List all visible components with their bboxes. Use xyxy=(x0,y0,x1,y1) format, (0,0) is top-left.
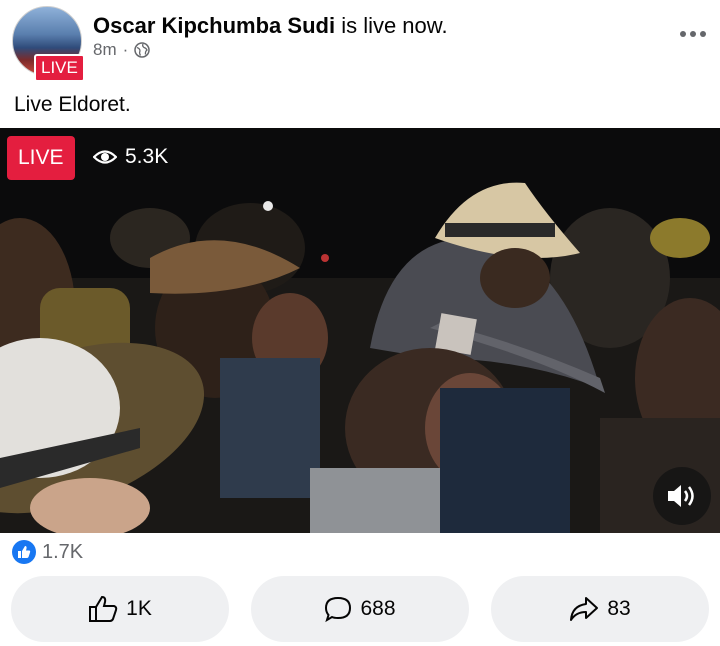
eye-icon xyxy=(93,150,117,164)
post-title: Oscar Kipchumba Sudi is live now. xyxy=(93,12,448,40)
comment-button[interactable]: 688 xyxy=(251,576,469,642)
avatar-live-badge: LIVE xyxy=(34,54,85,82)
viewer-count-value: 5.3K xyxy=(125,145,169,168)
author-name[interactable]: Oscar Kipchumba Sudi xyxy=(93,13,335,38)
post-time[interactable]: 8m xyxy=(93,40,117,60)
post-meta: 8m · xyxy=(93,40,151,60)
share-count: 83 xyxy=(607,597,631,620)
sound-icon xyxy=(668,485,694,507)
author-avatar[interactable]: LIVE xyxy=(12,6,85,82)
reaction-summary[interactable]: 1.7K xyxy=(12,540,83,564)
like-count: 1K xyxy=(126,597,152,620)
live-video[interactable]: LIVE 5.3K xyxy=(0,128,720,533)
video-frame xyxy=(0,128,720,533)
more-options-icon[interactable] xyxy=(678,26,708,42)
sound-button[interactable] xyxy=(653,467,711,525)
like-reaction-icon xyxy=(12,540,36,564)
like-button[interactable]: 1K xyxy=(11,576,229,642)
comment-icon xyxy=(325,596,352,623)
viewer-count: 5.3K xyxy=(93,145,168,169)
meta-separator: · xyxy=(122,40,129,59)
share-icon xyxy=(570,597,599,621)
action-bar: 1K 688 83 xyxy=(0,576,720,642)
globe-icon xyxy=(134,42,151,58)
thumbs-up-icon xyxy=(89,595,118,622)
live-status-text: is live now. xyxy=(341,13,448,38)
comment-count: 688 xyxy=(360,597,396,620)
reaction-count: 1.7K xyxy=(42,540,84,563)
post-caption: Live Eldoret. xyxy=(14,93,131,116)
live-indicator: LIVE xyxy=(7,136,75,180)
post-header: LIVE Oscar Kipchumba Sudi is live now. 8… xyxy=(0,0,720,90)
share-button[interactable]: 83 xyxy=(491,576,709,642)
